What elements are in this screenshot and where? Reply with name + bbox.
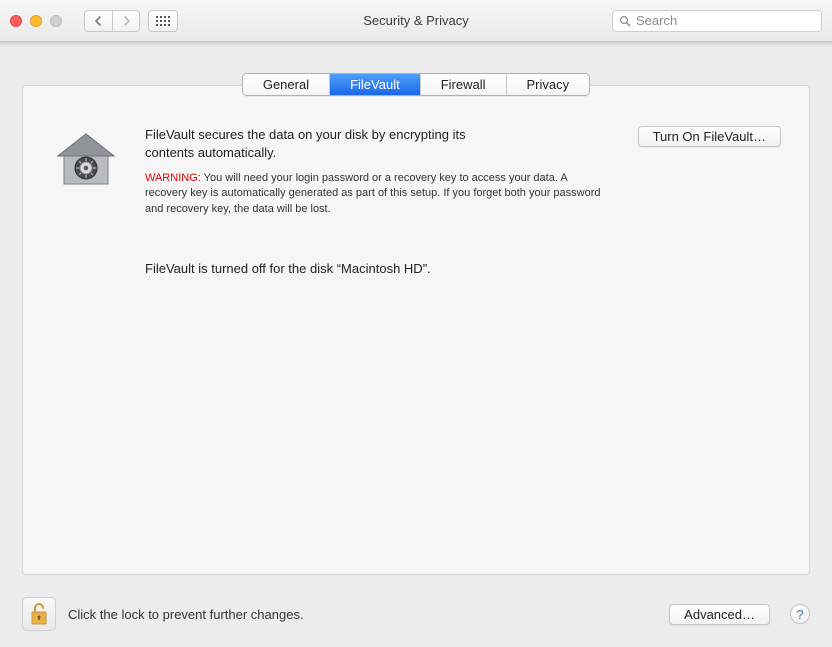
search-field-wrap[interactable] — [612, 10, 822, 32]
filevault-warning: WARNING: You will need your login passwo… — [145, 171, 606, 217]
filevault-headline: FileVault secures the data on your disk … — [145, 126, 505, 161]
filevault-icon — [54, 132, 118, 190]
advanced-button[interactable]: Advanced… — [669, 604, 770, 625]
nav-back-forward — [84, 10, 140, 32]
minimize-window-button[interactable] — [30, 15, 42, 27]
help-button[interactable]: ? — [790, 604, 810, 624]
tab-filevault[interactable]: FileVault — [330, 74, 421, 95]
chevron-right-icon — [122, 16, 131, 26]
traffic-lights — [10, 15, 62, 27]
tab-firewall[interactable]: Firewall — [421, 74, 507, 95]
close-window-button[interactable] — [10, 15, 22, 27]
unlocked-padlock-icon — [29, 602, 49, 626]
filevault-panel: FileVault secures the data on your disk … — [22, 85, 810, 575]
search-input[interactable] — [636, 13, 815, 28]
search-icon — [619, 15, 631, 27]
turn-on-filevault-button[interactable]: Turn On FileVault… — [638, 126, 781, 147]
zoom-window-button[interactable] — [50, 15, 62, 27]
window-footer: Click the lock to prevent further change… — [0, 597, 832, 647]
tab-general[interactable]: General — [243, 74, 330, 95]
chevron-left-icon — [94, 16, 103, 26]
warning-body: You will need your login password or a r… — [145, 172, 601, 215]
show-all-button[interactable] — [148, 10, 178, 32]
grid-icon — [156, 16, 170, 26]
forward-button[interactable] — [112, 10, 140, 32]
tab-bar: General FileVault Firewall Privacy — [242, 73, 590, 96]
filevault-status: FileVault is turned off for the disk “Ma… — [145, 261, 606, 276]
window-titlebar: Security & Privacy — [0, 0, 832, 42]
back-button[interactable] — [84, 10, 112, 32]
lock-hint-text: Click the lock to prevent further change… — [68, 607, 304, 622]
tab-privacy[interactable]: Privacy — [507, 74, 590, 95]
lock-button[interactable] — [22, 597, 56, 631]
warning-label: WARNING: — [145, 172, 201, 184]
